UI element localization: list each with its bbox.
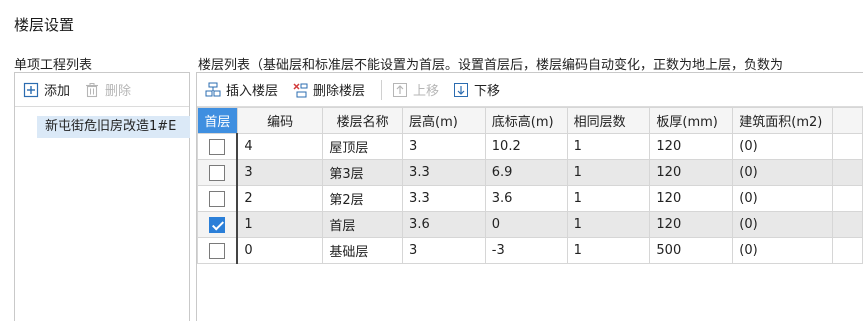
first-floor-checkbox-cell[interactable] (197, 133, 239, 160)
bottom-elevation-cell[interactable]: 0 (484, 211, 568, 238)
first-floor-checkbox[interactable] (209, 164, 226, 181)
floor-list-header: 楼层列表（基础层和标准层不能设置为首层。设置首层后，楼层编码自动变化，正数为地上… (198, 58, 784, 73)
delete-project-label: 删除 (105, 84, 132, 99)
floor-name-cell[interactable]: 首层 (322, 211, 404, 238)
project-list-panel: 添加 删除 新屯街危旧房改造1#E (14, 72, 190, 321)
floor-name-cell[interactable]: 屋顶层 (322, 133, 404, 160)
col-header-height[interactable]: 层高(m) (402, 107, 486, 134)
table-row[interactable]: 1 首层 3.6 0 1 120 (0) (197, 211, 863, 238)
filler-cell (832, 237, 863, 264)
filler-cell (832, 133, 863, 160)
col-header-first-floor[interactable]: 首层 (197, 107, 238, 134)
delete-floor-icon (292, 82, 308, 98)
first-floor-checkbox[interactable] (209, 216, 226, 233)
window-title: 楼层设置 (14, 16, 75, 34)
delete-floor-button[interactable]: 删除楼层 (292, 80, 365, 99)
filler-cell (832, 185, 863, 212)
bottom-elevation-cell[interactable]: 6.9 (484, 159, 568, 186)
code-cell[interactable]: 4 (236, 133, 324, 160)
first-floor-checkbox-cell[interactable] (197, 185, 239, 212)
table-row[interactable]: 0 基础层 3 -3 1 500 (0) (197, 237, 863, 264)
toolbar-separator (381, 79, 383, 100)
height-cell[interactable]: 3 (402, 133, 486, 160)
slab-thickness-cell[interactable]: 120 (649, 185, 734, 212)
col-header-floor-name[interactable]: 楼层名称 (322, 107, 404, 134)
floor-list-panel: 插入楼层 删除楼层 上移 下移 首层 编码 楼层名称 层高(m) 底标高(m) … (196, 72, 863, 321)
table-row[interactable]: 3 第3层 3.3 6.9 1 120 (0) (197, 159, 863, 186)
floor-name-cell[interactable]: 第2层 (322, 185, 404, 212)
col-header-same-count[interactable]: 相同层数 (566, 107, 651, 134)
slab-thickness-cell[interactable]: 500 (649, 237, 734, 264)
floor-table: 首层 编码 楼层名称 层高(m) 底标高(m) 相同层数 板厚(mm) 建筑面积… (197, 107, 863, 264)
project-list-header: 单项工程列表 (14, 58, 93, 73)
insert-floor-label: 插入楼层 (226, 84, 279, 99)
move-up-icon (392, 82, 408, 98)
code-cell[interactable]: 0 (236, 237, 324, 264)
floor-name-cell[interactable]: 基础层 (322, 237, 404, 264)
bottom-elevation-cell[interactable]: 3.6 (484, 185, 568, 212)
move-up-button[interactable]: 上移 (392, 80, 439, 99)
insert-floor-button[interactable]: 插入楼层 (205, 80, 278, 99)
same-count-cell[interactable]: 1 (566, 237, 651, 264)
floor-name-cell[interactable]: 第3层 (322, 159, 404, 186)
col-header-slab-thickness[interactable]: 板厚(mm) (649, 107, 734, 134)
table-row[interactable]: 4 屋顶层 3 10.2 1 120 (0) (197, 133, 863, 160)
code-cell[interactable]: 1 (236, 211, 324, 238)
floor-area-cell[interactable]: (0) (732, 211, 834, 238)
add-icon (23, 82, 39, 98)
floor-area-cell[interactable]: (0) (732, 159, 834, 186)
same-count-cell[interactable]: 1 (566, 133, 651, 160)
first-floor-checkbox-cell[interactable] (197, 237, 239, 264)
first-floor-checkbox[interactable] (209, 190, 226, 207)
table-row[interactable]: 2 第2层 3.3 3.6 1 120 (0) (197, 185, 863, 212)
slab-thickness-cell[interactable]: 120 (649, 211, 734, 238)
code-cell[interactable]: 3 (236, 159, 324, 186)
add-project-label: 添加 (44, 84, 71, 99)
same-count-cell[interactable]: 1 (566, 159, 651, 186)
trash-icon (84, 82, 100, 98)
move-down-icon (453, 82, 469, 98)
project-tree-item[interactable]: 新屯街危旧房改造1#E (37, 116, 190, 138)
floor-area-cell[interactable]: (0) (732, 185, 834, 212)
height-cell[interactable]: 3 (402, 237, 486, 264)
same-count-cell[interactable]: 1 (566, 211, 651, 238)
slab-thickness-cell[interactable]: 120 (649, 133, 734, 160)
col-header-floor-area[interactable]: 建筑面积(m2) (732, 107, 834, 134)
col-header-filler (832, 107, 863, 134)
add-project-button[interactable]: 添加 (23, 80, 70, 99)
filler-cell (832, 211, 863, 238)
first-floor-checkbox[interactable] (209, 242, 226, 259)
move-down-button[interactable]: 下移 (453, 80, 500, 99)
height-cell[interactable]: 3.3 (402, 185, 486, 212)
floor-area-cell[interactable]: (0) (732, 133, 834, 160)
height-cell[interactable]: 3.3 (402, 159, 486, 186)
filler-cell (832, 159, 863, 186)
move-down-label: 下移 (474, 84, 501, 99)
insert-floor-icon (205, 82, 221, 98)
same-count-cell[interactable]: 1 (566, 185, 651, 212)
col-header-bottom-elevation[interactable]: 底标高(m) (484, 107, 568, 134)
first-floor-checkbox-cell[interactable] (197, 159, 239, 186)
delete-project-button[interactable]: 删除 (84, 80, 131, 99)
code-cell[interactable]: 2 (236, 185, 324, 212)
move-up-label: 上移 (413, 84, 440, 99)
floor-area-cell[interactable]: (0) (732, 237, 834, 264)
floor-toolbar: 插入楼层 删除楼层 上移 下移 (197, 73, 863, 107)
bottom-elevation-cell[interactable]: -3 (484, 237, 568, 264)
slab-thickness-cell[interactable]: 120 (649, 159, 734, 186)
height-cell[interactable]: 3.6 (402, 211, 486, 238)
table-header-row: 首层 编码 楼层名称 层高(m) 底标高(m) 相同层数 板厚(mm) 建筑面积… (197, 107, 863, 134)
delete-floor-label: 删除楼层 (313, 84, 366, 99)
bottom-elevation-cell[interactable]: 10.2 (484, 133, 568, 160)
project-list-toolbar: 添加 删除 (15, 73, 189, 107)
first-floor-checkbox[interactable] (209, 138, 226, 155)
first-floor-checkbox-cell[interactable] (197, 211, 239, 238)
col-header-code[interactable]: 编码 (236, 107, 324, 134)
